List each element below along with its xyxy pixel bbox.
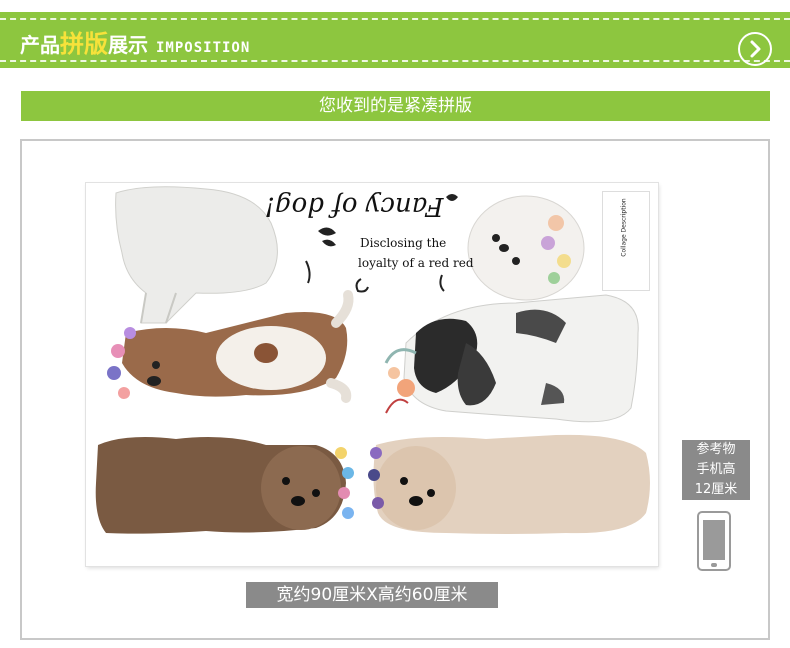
beige-poodle-sticker xyxy=(368,434,650,534)
motto-line1: Disclosing the xyxy=(360,236,447,250)
sticker-sheet: Fancy of dog! Disclosing the loyalty of … xyxy=(86,183,658,566)
fancy-of-dog-text: Fancy of dog! xyxy=(264,191,444,221)
reference-line3: 12厘米 xyxy=(694,482,738,497)
header-title-en: IMPOSITION xyxy=(156,40,251,56)
header-title-part1: 产品 xyxy=(20,33,60,57)
collage-tag: Collage Description xyxy=(602,191,650,291)
header-title: 产品 拼版 展示 IMPOSITION xyxy=(20,24,251,58)
phone-icon xyxy=(697,511,731,571)
phone-home-button xyxy=(711,563,717,567)
next-arrow-button[interactable] xyxy=(738,32,772,66)
reference-label: 参考物 手机高 12厘米 xyxy=(682,440,750,500)
header-title-part3: 展示 xyxy=(108,33,148,57)
header-title-part2: 拼版 xyxy=(60,30,108,58)
brown-poodle-sticker xyxy=(95,437,354,534)
chevron-right-icon xyxy=(750,40,761,58)
reference-line2: 手机高 xyxy=(696,462,736,477)
size-label: 宽约90厘米X高约60厘米 xyxy=(246,582,498,608)
motto-line2: loyalty of a red red xyxy=(358,256,474,270)
phone-screen xyxy=(703,520,725,560)
collage-tag-title: Collage Description xyxy=(620,198,628,257)
subtitle-bar: 您收到的是紧凑拼版 xyxy=(21,91,770,121)
header-banner: 产品 拼版 展示 IMPOSITION xyxy=(0,12,790,68)
black-white-dog-sticker xyxy=(384,294,639,423)
reference-line1: 参考物 xyxy=(696,442,736,457)
westie-sticker xyxy=(467,195,585,301)
motto-text: Disclosing the loyalty of a red red xyxy=(358,233,478,273)
